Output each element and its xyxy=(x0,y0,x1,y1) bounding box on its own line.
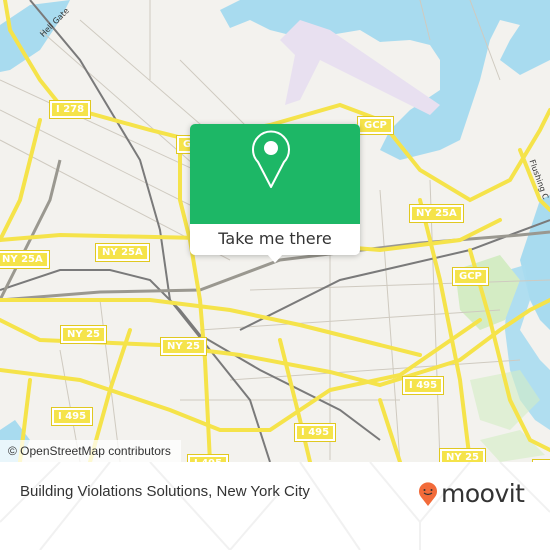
road-shield-ny25-left: NY 25 xyxy=(59,325,108,344)
moovit-wordmark: moovit xyxy=(441,479,525,508)
road-shield-i495-left: I 495 xyxy=(50,407,94,426)
road-shield-ny25-mid: NY 25 xyxy=(159,337,208,356)
place-name: Building Violations Solutions, New York … xyxy=(20,483,310,500)
road-shield-i495-bottom: I 495 xyxy=(186,454,230,462)
road-shield-ny25a-right: NY 25A xyxy=(409,204,464,223)
road-shield-ny25a-left: NY 25A xyxy=(0,250,50,269)
road-shield-ny25-bottom: NY 25 xyxy=(438,448,487,462)
footer: Building Violations Solutions, New York … xyxy=(0,462,550,550)
map-attribution[interactable]: © OpenStreetMap contributors xyxy=(0,440,181,462)
road-shield-gcp-right: GCP xyxy=(452,267,489,286)
popup-header[interactable] xyxy=(190,124,360,224)
road-shield-gcp-top: GCP xyxy=(357,116,394,135)
road-shield-i495-right: I 495 xyxy=(401,376,445,395)
popup-pointer xyxy=(267,254,283,263)
road-shield-ny25a-mid: NY 25A xyxy=(95,243,150,262)
moovit-logo[interactable]: moovit xyxy=(418,479,525,508)
location-pin-icon xyxy=(252,130,290,188)
road-shield-i495-mid: I 495 xyxy=(293,423,337,442)
moovit-smiley-pin-icon xyxy=(419,482,437,506)
map[interactable]: Hell Gate Flushing C I 278 GC GCP NY 25A… xyxy=(0,0,550,462)
road-shield-i278: I 278 xyxy=(48,100,92,119)
take-me-there-popup[interactable]: Take me there xyxy=(190,124,360,263)
take-me-there-button[interactable]: Take me there xyxy=(190,224,360,255)
